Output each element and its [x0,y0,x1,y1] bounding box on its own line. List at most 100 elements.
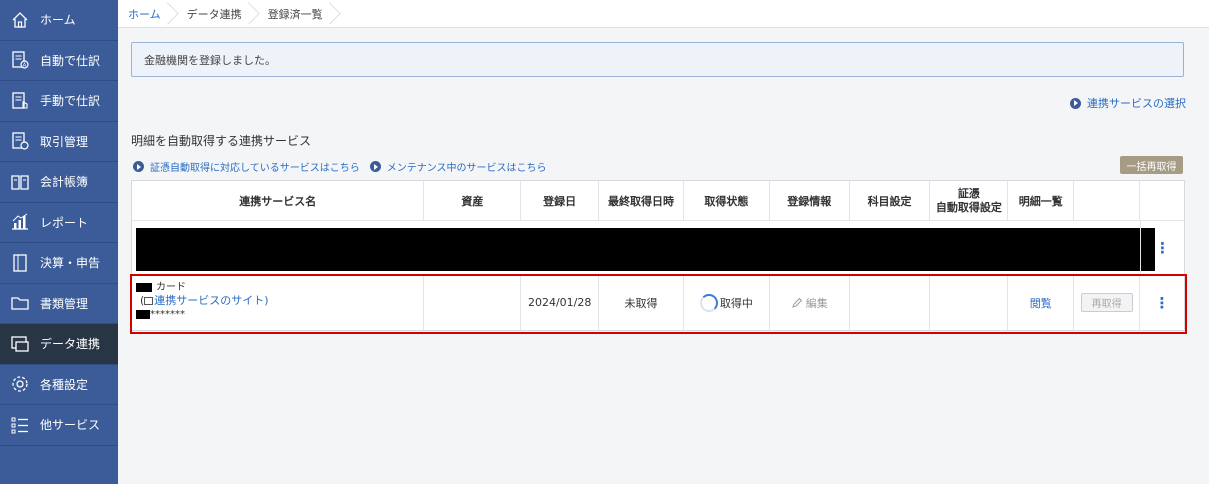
edit-label: 編集 [805,296,828,310]
success-notice: 金融機関を登録しました。 [131,42,1184,77]
refetch-button[interactable]: 再取得 [1080,293,1133,312]
sidebar-item-ledger[interactable]: 会計帳簿 [0,162,118,203]
header-status: 取得状態 [684,181,770,220]
sidebar-item-label: 決算・申告 [40,256,101,271]
sidebar-item-label: レポート [40,215,89,230]
edit-cell: 編集 [770,275,850,330]
sidebar-item-folder[interactable]: 書類管理 [0,284,118,324]
kebab-cell: ⋮ [1140,275,1184,330]
sidebar-item-manual-journal[interactable]: 手動で仕訳 [0,81,118,122]
breadcrumb-home[interactable]: ホーム [118,0,177,27]
sidebar: ホーム A 自動で仕訳手動で仕訳取引管理会計帳簿レポート決算・申告書類管理データ連携… [0,0,118,484]
list-icon [10,415,30,435]
maintenance-services-link[interactable]: メンテナンス中のサービスはこちら [369,159,547,174]
sidebar-item-home[interactable]: ホーム [0,0,118,41]
status-cell: 取得中 [684,275,770,330]
sidebar-item-label: 会計帳簿 [40,175,89,190]
notice-text: 金融機関を登録しました。 [144,53,276,67]
ledger-icon [10,172,30,192]
services-table: 連携サービス名 資産 登録日 最終取得日時 取得状態 登録情報 科目設定 証憑 … [131,180,1185,331]
settlement-icon [10,253,30,273]
redacted-text [136,310,150,319]
header-empty-2 [1140,181,1184,220]
external-window-icon [144,297,154,305]
table-row: ⋮ [132,221,1184,275]
header-asset: 資産 [424,181,522,220]
asset-cell [424,275,522,330]
table-row: カード ( 連携サービスのサイト ) ******* 2024/01/28 未取… [132,275,1184,330]
header-empty [1074,181,1141,220]
arrow-circle-icon [369,161,381,172]
loading-spinner-icon [699,293,718,312]
kebab-menu-icon[interactable]: ⋮ [1155,294,1170,312]
refetch-cell: 再取得 [1074,275,1141,330]
sidebar-item-data-link[interactable]: データ連携 [0,324,118,365]
folder-icon [10,293,30,313]
report-icon [10,212,30,232]
arrow-circle-icon [133,161,144,172]
service-name-cell: カード ( 連携サービスのサイト ) ******* [132,275,425,330]
sub-links: 証憑自動取得に対応しているサービスはこちら メンテナンス中のサービスはこちら [133,159,557,174]
sidebar-item-label: 他サービス [40,418,101,433]
last-fetched-cell: 未取得 [599,275,684,330]
status-text: 取得中 [719,296,753,310]
sidebar-item-label: 手動で仕訳 [40,94,101,109]
sidebar-item-label: 各種設定 [40,377,89,392]
close-paren: ) [264,294,269,307]
service-name: カード [136,281,186,294]
main-content: ホーム データ連携 登録済一覧 金融機関を登録しました。 連携サービスの選択 明… [118,0,1209,484]
header-voucher-setting: 証憑 自動取得設定 [930,181,1009,220]
section-title: 明細を自動取得する連携サービス [131,134,312,148]
sidebar-item-transaction[interactable]: 取引管理 [0,122,118,162]
subject-setting-cell [850,275,931,330]
arrow-circle-icon [1070,97,1081,109]
svg-text:A: A [23,63,27,69]
data-link-icon [10,334,30,354]
sidebar-item-label: データ連携 [40,337,101,352]
sidebar-item-gear[interactable]: 各種設定 [0,365,118,405]
gear-icon [10,374,30,394]
transaction-icon [10,131,30,151]
select-service-label: 連携サービスの選択 [1087,97,1186,110]
header-registration-info: 登録情報 [770,181,850,220]
pencil-icon [791,297,802,308]
sidebar-item-list[interactable]: 他サービス [0,405,118,446]
voucher-services-label: 証憑自動取得に対応しているサービスはこちら [150,163,360,174]
header-registered-date: 登録日 [521,181,600,220]
sidebar-item-label: ホーム [40,13,76,28]
voucher-setting-cell [930,275,1009,330]
select-service-link[interactable]: 連携サービスの選択 [1070,95,1186,111]
registered-date-cell: 2024/01/28 [521,275,600,330]
redacted-text [136,283,152,292]
sidebar-item-label: 取引管理 [40,134,89,149]
breadcrumb: ホーム データ連携 登録済一覧 [118,0,1209,28]
table-header-row: 連携サービス名 資産 登録日 最終取得日時 取得状態 登録情報 科目設定 証憑 … [132,181,1184,221]
kebab-menu-icon[interactable]: ⋮ [1155,239,1170,257]
service-site-link[interactable]: ( 連携サービスのサイト ) [136,294,269,308]
manual-journal-icon [10,91,30,111]
account-number: ******* [136,308,185,321]
sidebar-item-settlement[interactable]: 決算・申告 [0,243,118,284]
view-statements-link[interactable]: 閲覧 [1030,295,1052,311]
sidebar-item-label: 自動で仕訳 [40,53,101,68]
voucher-services-link[interactable]: 証憑自動取得に対応しているサービスはこちら [133,159,360,174]
breadcrumb-data-link[interactable]: データ連携 [177,0,258,27]
bulk-refetch-button[interactable]: 一括再取得 [1120,156,1183,174]
view-cell: 閲覧 [1008,275,1075,330]
header-last-fetched: 最終取得日時 [599,181,684,220]
header-service-name: 連携サービス名 [132,181,425,220]
redacted-row [136,228,1155,271]
sidebar-item-report[interactable]: レポート [0,203,118,243]
account-mask: ******* [150,309,185,320]
service-name-suffix: カード [156,282,186,293]
header-statement-list: 明細一覧 [1008,181,1075,220]
breadcrumb-registered-list: 登録済一覧 [258,0,339,27]
edit-link[interactable]: 編集 [791,295,828,311]
maintenance-services-label: メンテナンス中のサービスはこちら [386,163,547,174]
sidebar-item-auto-journal[interactable]: A 自動で仕訳 [0,41,118,81]
header-subject-setting: 科目設定 [850,181,931,220]
sidebar-item-label: 書類管理 [40,296,89,311]
service-site-label: 連携サービスのサイト [154,294,265,307]
auto-journal-icon: A [10,50,30,70]
home-icon [10,10,30,30]
